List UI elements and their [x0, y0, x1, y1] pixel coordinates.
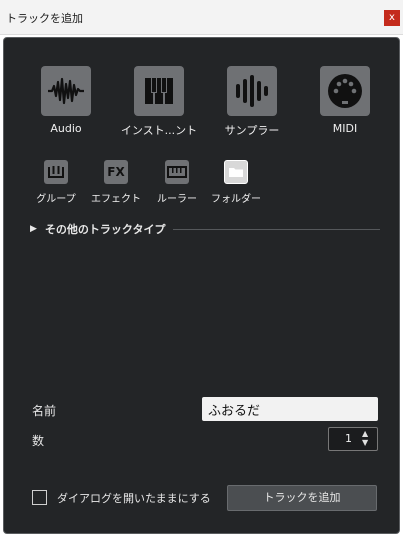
track-type-midi[interactable]: MIDI [295, 66, 395, 135]
track-type-label: フォルダー [211, 194, 261, 205]
name-label: 名前 [32, 404, 57, 418]
track-type-instrument[interactable]: インスト...ント [109, 66, 209, 138]
track-type-label: サンプラー [224, 124, 280, 137]
count-label: 数 [32, 434, 45, 448]
track-type-label: ルーラー [157, 194, 197, 205]
fx-icon: FX [104, 160, 128, 184]
midi-connector-icon [320, 66, 370, 116]
track-type-label: エフェクト [91, 194, 141, 205]
track-type-sampler[interactable]: サンプラー [202, 66, 302, 138]
track-type-label: MIDI [332, 122, 358, 135]
section-divider [173, 228, 380, 230]
keep-open-label[interactable]: ダイアログを開いたままにする [57, 490, 211, 506]
track-type-folder[interactable]: フォルダー [206, 160, 266, 205]
track-type-label: インスト...ント [120, 124, 198, 137]
track-type-effect[interactable]: FX エフェクト [86, 160, 146, 205]
other-track-types-label: その他のトラックタイプ [44, 223, 166, 236]
expand-arrow-icon: ▶ [30, 224, 37, 234]
window-title: トラックを追加 [6, 12, 83, 25]
track-type-group[interactable]: グループ [26, 160, 86, 205]
piano-keys-icon [134, 66, 184, 116]
keep-open-checkbox[interactable] [32, 490, 47, 505]
sampler-bars-icon [227, 66, 277, 116]
track-type-ruler[interactable]: ルーラー [147, 160, 207, 205]
dialog-panel: Audio インスト...ント サンプラー MIDI グループ FX エフェクト… [3, 37, 400, 534]
title-bar: トラックを追加 x [0, 0, 403, 35]
track-type-label: Audio [50, 122, 82, 135]
add-track-button[interactable]: トラックを追加 [227, 485, 377, 511]
decrement-arrow-icon[interactable]: ▼ [362, 439, 368, 447]
count-stepper[interactable]: 1 ▲ ▼ [328, 427, 378, 451]
track-type-label: グループ [36, 194, 76, 205]
audio-waveform-icon [41, 66, 91, 116]
group-faders-icon [44, 160, 68, 184]
name-input[interactable] [202, 397, 378, 421]
other-track-types-section[interactable]: ▶ その他のトラックタイプ [30, 221, 380, 237]
folder-icon [224, 160, 248, 184]
count-value: 1 [345, 432, 352, 445]
close-button[interactable]: x [384, 10, 400, 26]
increment-arrow-icon[interactable]: ▲ [362, 430, 368, 438]
track-type-audio[interactable]: Audio [16, 66, 116, 135]
ruler-icon [165, 160, 189, 184]
